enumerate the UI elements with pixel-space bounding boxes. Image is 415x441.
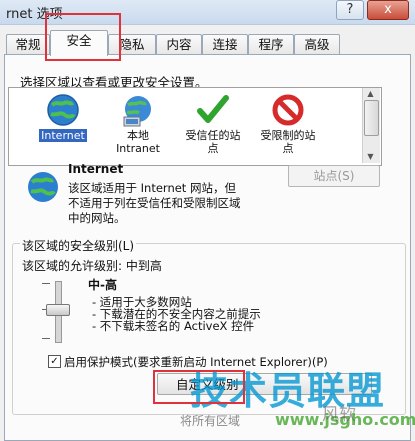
zone-info-desc-1: 该区域适用于 Internet 网站，但 bbox=[68, 181, 236, 195]
zone-info-desc-2: 不适用于列在受信任和受限制区域 bbox=[68, 196, 241, 210]
zone-intranet-label-2: Intranet bbox=[116, 142, 160, 155]
security-slider-thumb[interactable] bbox=[46, 304, 70, 316]
scroll-down-arrow-icon[interactable]: ▼ bbox=[362, 151, 379, 163]
slider-tick bbox=[42, 338, 50, 339]
zone-intranet[interactable]: 本地 Intranet bbox=[103, 93, 173, 155]
zone-info-desc-3: 中的网站。 bbox=[68, 211, 126, 225]
globe-icon bbox=[46, 93, 80, 127]
tab-connections[interactable]: 连接 bbox=[202, 34, 248, 55]
tab-general[interactable]: 常规 bbox=[6, 34, 50, 55]
forbidden-icon bbox=[271, 93, 305, 127]
security-level-name: 中-高 bbox=[88, 278, 117, 292]
zone-trusted-label-1: 受信任的站 bbox=[185, 129, 241, 142]
red-annotation-box bbox=[45, 13, 121, 61]
scroll-up-arrow-icon[interactable]: ▲ bbox=[362, 88, 379, 100]
slider-tick bbox=[42, 283, 50, 284]
green-check-icon bbox=[196, 93, 230, 127]
scrollbar-thumb[interactable] bbox=[364, 100, 379, 136]
zone-restricted[interactable]: 受限制的站 点 bbox=[253, 93, 323, 155]
zone-restricted-label-2: 点 bbox=[282, 142, 294, 155]
zone-trusted-label-2: 点 bbox=[207, 142, 219, 155]
protected-mode-checkbox[interactable]: ✓ bbox=[48, 355, 61, 368]
tab-advanced[interactable]: 高级 bbox=[294, 34, 340, 55]
zone-trusted[interactable]: 受信任的站 点 bbox=[178, 93, 248, 155]
security-level-group-title: 该区域的安全级别(L) bbox=[20, 237, 137, 254]
intranet-globe-icon bbox=[121, 93, 155, 127]
zone-restricted-label-1: 受限制的站 bbox=[260, 129, 316, 142]
level-desc-3: - 不下载未签名的 ActiveX 控件 bbox=[92, 319, 255, 333]
zone-info-globe-icon bbox=[26, 170, 60, 207]
sites-button[interactable]: 站点(S) bbox=[288, 165, 380, 187]
zone-info-name: Internet bbox=[68, 162, 124, 176]
tab-content[interactable]: 内容 bbox=[156, 34, 202, 55]
red-annotation-box-2 bbox=[153, 370, 245, 404]
zone-internet[interactable]: Internet bbox=[28, 93, 98, 142]
close-button[interactable]: x bbox=[367, 0, 409, 20]
zone-intranet-label-1: 本地 bbox=[127, 129, 149, 142]
zone-internet-label: Internet bbox=[39, 129, 87, 142]
allowed-level-text: 该区域的允许级别: 中到高 bbox=[22, 259, 162, 273]
tab-programs[interactable]: 程序 bbox=[248, 34, 294, 55]
help-button[interactable]: ? bbox=[336, 0, 364, 20]
watermark-corner: 风软 bbox=[322, 405, 356, 425]
